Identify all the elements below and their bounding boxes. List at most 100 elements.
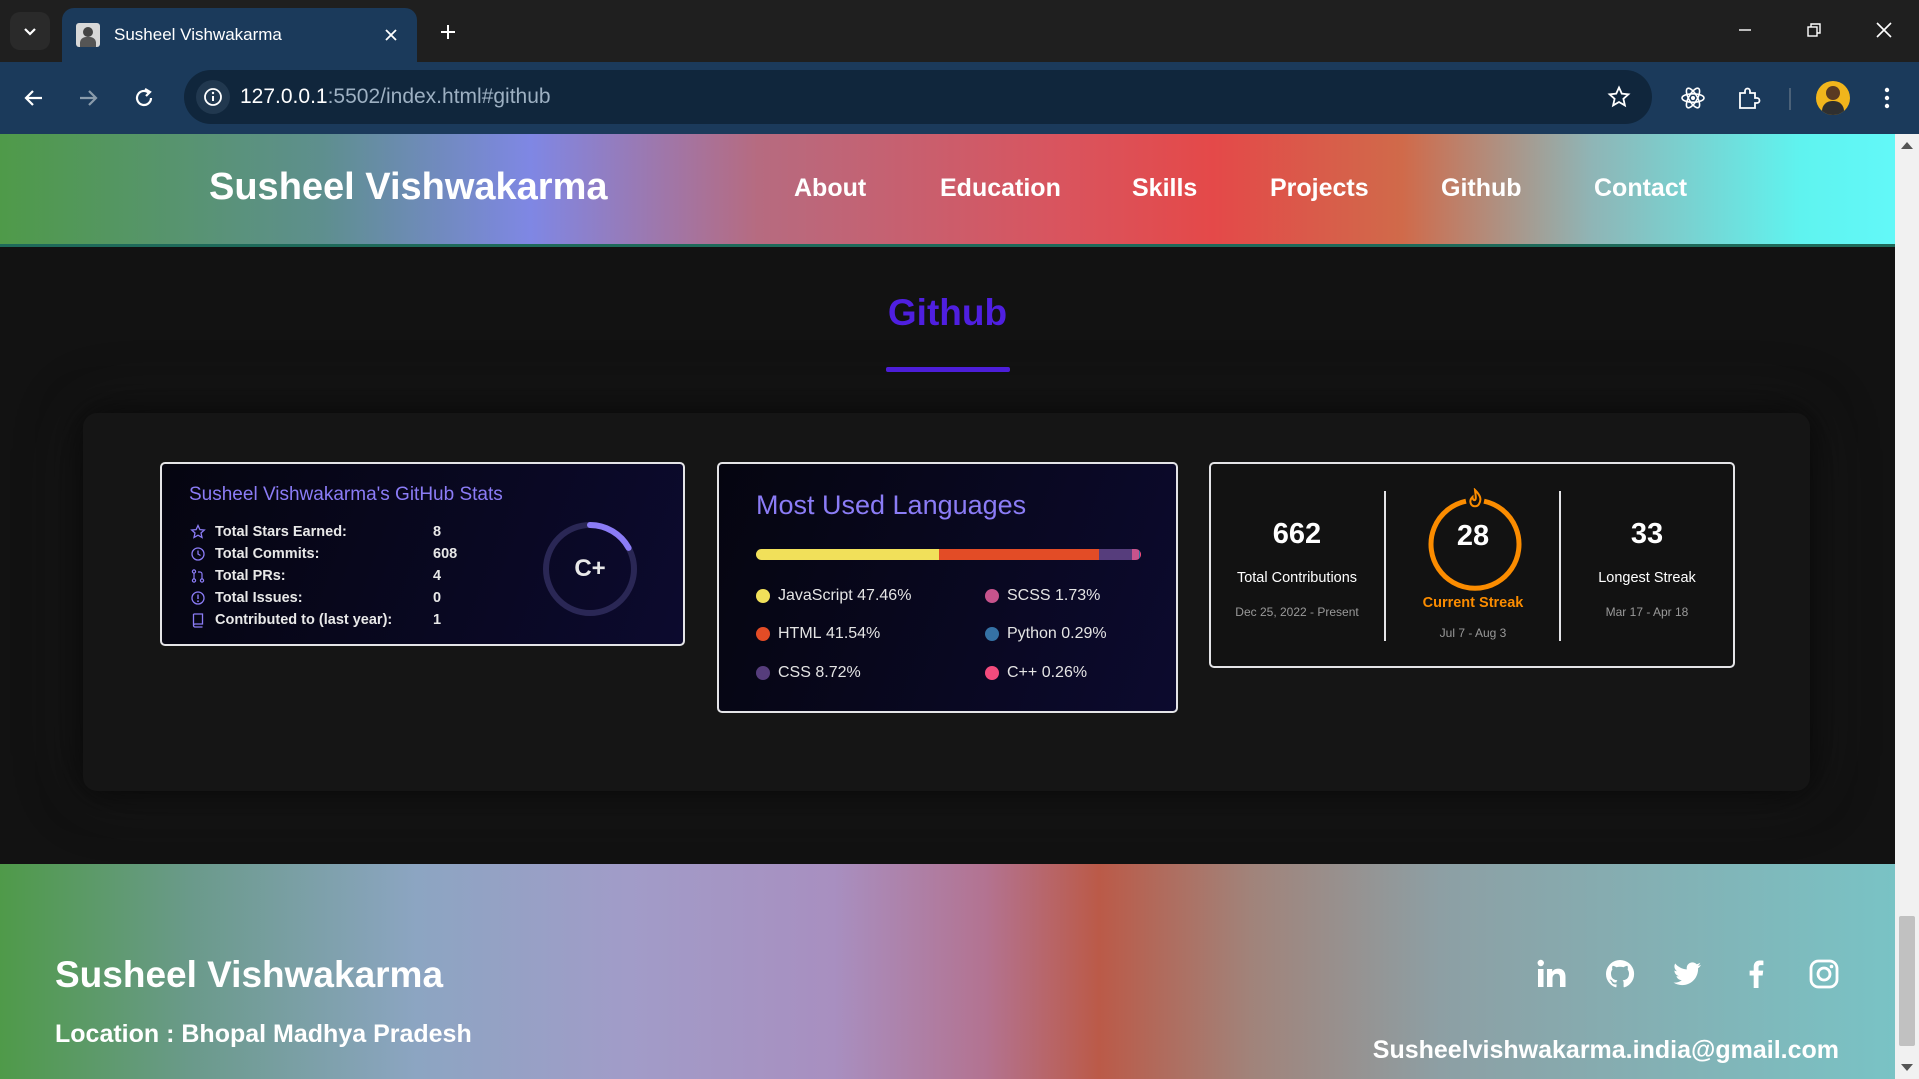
address-bar[interactable]: 127.0.0.1:5502/index.html#github [184,70,1652,124]
star-icon [189,523,207,541]
stat-label: Contributed to (last year): [215,612,393,628]
extensions-button[interactable] [1729,78,1769,118]
language-name: JavaScript [778,587,853,604]
scroll-down-arrow[interactable] [1901,1064,1913,1071]
plus-icon [441,25,455,39]
language-name: SCSS [1007,587,1051,604]
close-tab-button[interactable] [379,23,403,47]
streak-divider [1384,491,1386,641]
stat-row-prs: Total PRs: 4 [189,566,441,586]
language-item: JavaScript 47.46% [756,587,911,605]
instagram-link[interactable] [1806,956,1842,992]
language-percent: 41.54% [826,625,881,642]
language-name: C++ [1007,664,1038,681]
nav-github[interactable]: Github [1441,174,1522,203]
puzzle-icon [1739,87,1761,109]
facebook-icon [1749,960,1764,988]
language-percent: 0.26% [1041,664,1088,681]
arrow-left-icon [24,90,42,106]
bookmark-button[interactable] [1604,82,1634,112]
longest-streak-range: Mar 17 - Apr 18 [1605,605,1689,619]
browser-tab-strip: Susheel Vishwakarma [0,0,1919,62]
github-icon [1605,959,1635,988]
github-panel: Susheel Vishwakarma's GitHub Stats Total… [83,413,1810,791]
github-link[interactable] [1602,956,1638,992]
star-icon [1607,85,1631,108]
languages-progress-bar [756,549,1141,560]
language-bar-segment [1098,549,1133,560]
stat-row-issues: Total Issues: 0 [189,588,441,608]
tab-title: Susheel Vishwakarma [114,25,282,44]
nav-about[interactable]: About [794,174,866,203]
site-info-button[interactable] [196,80,230,114]
linkedin-link[interactable] [1534,956,1570,992]
language-bar-segment [1132,549,1139,560]
new-tab-button[interactable] [430,14,466,50]
stat-row-stars: Total Stars Earned: 8 [189,522,441,542]
reload-button[interactable] [124,78,164,118]
languages-card[interactable]: Most Used Languages JavaScript 47.46% SC… [717,462,1178,713]
language-name: Python [1007,625,1057,642]
profile-avatar[interactable] [1816,81,1850,115]
nav-projects[interactable]: Projects [1270,174,1369,203]
history-icon [189,545,207,563]
stat-value: 4 [433,568,442,584]
streak-stats-card[interactable]: 662 Total Contributions Dec 25, 2022 - P… [1209,462,1735,668]
react-icon [1681,87,1705,109]
stat-label: Total PRs: [215,568,286,584]
url-text: 127.0.0.1:5502/index.html#github [240,85,551,109]
longest-streak-column: 33 Longest Streak Mar 17 - Apr 18 [1561,464,1733,670]
twitter-link[interactable] [1669,956,1705,992]
stat-label: Total Stars Earned: [215,524,347,540]
footer-location: Location : Bhopal Madhya Pradesh [55,1020,472,1048]
pull-request-icon [189,567,207,585]
total-contributions-range: Dec 25, 2022 - Present [1235,605,1359,619]
facebook-link[interactable] [1738,956,1774,992]
rank-grade: C+ [574,555,606,582]
close-window-button[interactable] [1861,10,1907,50]
react-devtools-button[interactable] [1673,78,1713,118]
scroll-thumb[interactable] [1899,916,1915,1046]
page-scrollbar[interactable] [1895,134,1919,1079]
total-contributions-label: Total Contributions [1236,570,1358,586]
browser-menu-button[interactable] [1867,78,1907,118]
github-stats-card[interactable]: Susheel Vishwakarma's GitHub Stats Total… [160,462,685,646]
language-color-dot [985,589,999,603]
close-icon [1876,22,1892,38]
language-color-dot [985,666,999,680]
languages-card-title: Most Used Languages [756,490,1027,520]
total-contributions-column: 662 Total Contributions Dec 25, 2022 - P… [1211,464,1383,670]
site-brand[interactable]: Susheel Vishwakarma [209,166,608,209]
current-streak-value: 28 [1456,520,1490,552]
repo-icon [189,611,207,629]
url-path: :5502/index.html#github [327,85,551,108]
browser-toolbar: 127.0.0.1:5502/index.html#github [0,62,1919,134]
instagram-icon [1809,959,1839,989]
footer-email[interactable]: Susheelvishwakarma.india@gmail.com [1373,1036,1839,1065]
section-title: Github [887,292,1008,333]
back-button[interactable] [14,78,54,118]
language-bar-segment [756,549,939,560]
language-percent: 47.46% [857,587,912,604]
total-contributions-value: 662 [1272,518,1322,550]
issue-icon [189,589,207,607]
language-item: Python 0.29% [985,625,1107,643]
restore-button[interactable] [1791,10,1837,50]
tab-search-button[interactable] [10,12,50,50]
stat-value: 1 [433,612,442,628]
language-bar-segment [938,549,1099,560]
active-tab[interactable]: Susheel Vishwakarma [62,8,417,62]
forward-button[interactable] [68,78,108,118]
linkedin-icon [1537,959,1566,987]
nav-skills[interactable]: Skills [1132,174,1197,203]
stat-value: 608 [433,546,458,562]
chevron-down-icon [24,28,36,36]
minimize-button[interactable] [1722,10,1768,50]
language-item: SCSS 1.73% [985,587,1100,605]
nav-contact[interactable]: Contact [1594,174,1687,203]
nav-education[interactable]: Education [940,174,1061,203]
longest-streak-label: Longest Streak [1598,570,1696,586]
language-item: C++ 0.26% [985,664,1087,682]
language-percent: 0.29% [1061,625,1107,642]
scroll-up-arrow[interactable] [1901,142,1913,149]
